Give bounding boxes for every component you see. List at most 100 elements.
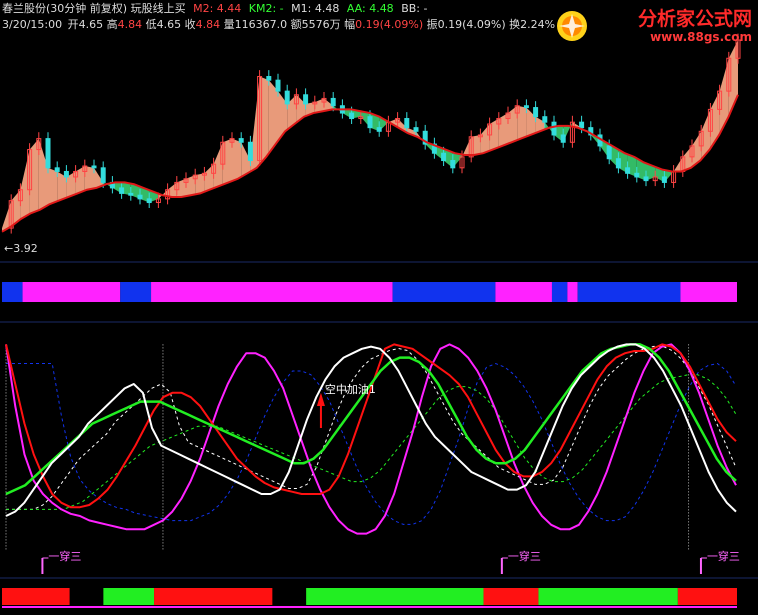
state-band-top-segment bbox=[392, 282, 496, 302]
candle-body bbox=[404, 118, 410, 129]
candle-body bbox=[284, 90, 290, 105]
price-ribbon bbox=[213, 142, 223, 189]
price-ribbon bbox=[508, 105, 518, 144]
price-ribbon bbox=[176, 178, 186, 198]
state-band-bottom-segment bbox=[154, 588, 273, 605]
change-value: 0.19(4.09%) bbox=[355, 18, 424, 31]
candle-body bbox=[625, 167, 631, 174]
change-label: 幅 bbox=[344, 18, 356, 31]
price-ribbon bbox=[480, 124, 490, 154]
high-value: 4.84 bbox=[117, 18, 143, 31]
candle-body bbox=[367, 116, 373, 129]
watermark: 分析家公式网 www.88gs.com bbox=[638, 8, 752, 44]
high-label: 高 bbox=[106, 18, 118, 31]
state-band-bottom-segment bbox=[306, 588, 484, 605]
open-label: 开 bbox=[67, 18, 79, 31]
state-band-bottom-segment bbox=[103, 588, 155, 605]
candle-body bbox=[63, 170, 69, 178]
candle-body bbox=[54, 167, 60, 172]
watermark-url: www.88gs.com bbox=[650, 30, 752, 44]
state-band-bottom-segment bbox=[2, 588, 70, 605]
candle-body bbox=[349, 112, 355, 120]
price-ribbon bbox=[48, 167, 58, 206]
price-ribbon bbox=[259, 76, 269, 165]
amount-value: 5576万 bbox=[301, 18, 341, 31]
price-ribbon bbox=[75, 166, 85, 195]
state-band-bottom-segment bbox=[538, 588, 678, 605]
indicator-name: 玩股线上买 bbox=[130, 2, 186, 15]
osc-dashed-white bbox=[6, 345, 737, 510]
candle-body bbox=[266, 76, 272, 81]
header-line-2: 3/20/15:00 开4.65 高4.84 低4.65 收4.84 量1163… bbox=[2, 18, 555, 32]
candle-body bbox=[128, 192, 134, 196]
state-band-top-segment bbox=[120, 282, 152, 302]
candle-body bbox=[330, 97, 336, 107]
candle-body bbox=[119, 187, 125, 194]
candle-body bbox=[238, 138, 244, 143]
volume-value: 116367.0 bbox=[234, 18, 288, 31]
price-ribbon bbox=[204, 164, 214, 192]
volume-label: 量 bbox=[223, 18, 235, 31]
candle-body bbox=[523, 105, 529, 109]
candle-body bbox=[579, 121, 585, 129]
price-ribbon bbox=[471, 134, 481, 156]
km2-label: KM2: - bbox=[248, 2, 284, 15]
candle-body bbox=[91, 165, 97, 169]
m2-label: M2: 4.44 bbox=[193, 2, 242, 15]
candle-body bbox=[146, 198, 152, 204]
candle-body bbox=[137, 194, 143, 200]
price-ribbon bbox=[719, 58, 729, 135]
price-ribbon bbox=[186, 175, 196, 197]
candle-body bbox=[643, 176, 649, 182]
candle-body bbox=[45, 138, 51, 169]
price-ribbon bbox=[701, 109, 711, 160]
state-band-bottom-segment bbox=[677, 588, 737, 605]
signal-label: 一穿三 bbox=[48, 549, 81, 563]
price-ribbon bbox=[20, 149, 30, 220]
turnover-value: 2.24% bbox=[520, 18, 556, 31]
close-value: 4.84 bbox=[195, 18, 221, 31]
candle-body bbox=[634, 172, 640, 178]
candle-body bbox=[551, 121, 557, 136]
osc-magenta-line bbox=[5, 343, 737, 535]
turnover-label: 换 bbox=[509, 18, 521, 31]
candle-body bbox=[303, 94, 309, 105]
price-ribbon bbox=[84, 166, 94, 191]
chart-svg: ←3.92 空中加油1 一穿三 一穿三 一穿三 bbox=[0, 33, 758, 608]
close-label: 收 bbox=[184, 18, 196, 31]
chart-stage: ←3.92 空中加油1 一穿三 一穿三 一穿三 bbox=[0, 0, 758, 611]
fuel-annotation: 空中加油1 bbox=[325, 382, 376, 396]
candle-body bbox=[247, 141, 253, 162]
osc-red-line bbox=[5, 343, 737, 509]
osc-green-line bbox=[5, 343, 737, 496]
price-ribbon bbox=[222, 138, 232, 185]
stock-name: 春兰股份(30分钟 前复权) bbox=[2, 2, 128, 15]
candle-body bbox=[533, 107, 539, 118]
price-low-marker: ←3.92 bbox=[4, 242, 38, 255]
watermark-site-name: 分析家公式网 bbox=[637, 8, 752, 30]
state-band-bottom-segment bbox=[483, 588, 539, 605]
price-ribbon bbox=[673, 156, 683, 172]
candle-body bbox=[441, 152, 447, 162]
aa-label: AA: 4.48 bbox=[346, 2, 394, 15]
signal-label: 一穿三 bbox=[707, 549, 740, 563]
header-line-1: 春兰股份(30分钟 前复权) 玩股线上买 M2: 4.44 KM2: - M1:… bbox=[2, 2, 427, 16]
candle-body bbox=[376, 127, 382, 132]
osc-white-line bbox=[5, 343, 737, 517]
price-ribbon bbox=[195, 173, 205, 195]
amount-label: 额 bbox=[290, 18, 302, 31]
open-value: 4.65 bbox=[78, 18, 104, 31]
watermark-logo-icon bbox=[557, 11, 587, 41]
amplitude-label: 振 bbox=[426, 18, 438, 31]
signal-label: 一穿三 bbox=[508, 549, 541, 563]
candle-body bbox=[450, 160, 456, 169]
amplitude-value: 0.19(4.09%) bbox=[437, 18, 506, 31]
price-ribbon bbox=[517, 105, 527, 141]
state-band-top-segment bbox=[2, 282, 23, 302]
datetime: 3/20/15:00 bbox=[2, 18, 63, 31]
candle-body bbox=[413, 127, 419, 132]
low-value: 4.65 bbox=[156, 18, 182, 31]
bb-label: BB: - bbox=[401, 2, 428, 15]
candle-body bbox=[615, 158, 621, 169]
candle-body bbox=[100, 167, 106, 183]
